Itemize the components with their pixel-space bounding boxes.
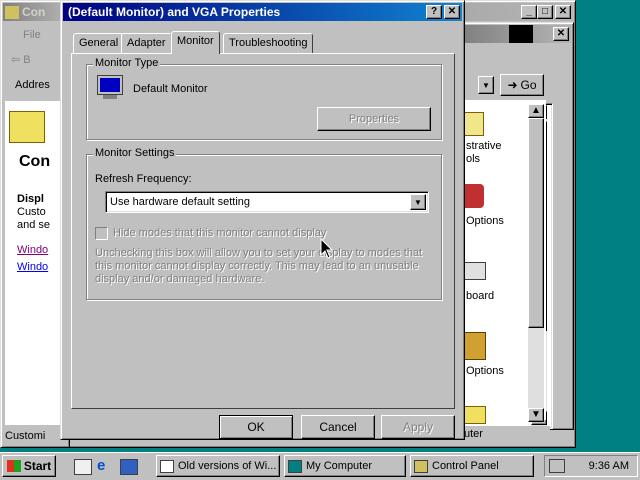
ok-button[interactable]: OK: [219, 415, 293, 439]
explorer-close-button[interactable]: ✕: [555, 5, 571, 19]
admin-tools-icon[interactable]: [462, 112, 484, 136]
refresh-frequency-select[interactable]: Use hardware default setting ▼: [105, 191, 429, 213]
monitor-name: Default Monitor: [133, 83, 208, 95]
address-label: Addres: [15, 79, 50, 91]
windows-flag-icon: [6, 460, 21, 472]
explorer-icon-label: strative ols: [466, 140, 502, 165]
tab-general[interactable]: General: [73, 33, 125, 53]
explorer-maximize-button[interactable]: □: [537, 5, 553, 19]
properties-button[interactable]: Properties: [317, 107, 431, 131]
scroll-thumb-2[interactable]: [528, 118, 544, 328]
tab-strip: General Adapter Monitor Troubleshooting: [71, 31, 451, 55]
apply-button[interactable]: Apply: [381, 415, 455, 439]
explorer-status-bar: uter: [460, 426, 550, 444]
tab-monitor[interactable]: Monitor: [171, 31, 220, 54]
ie-page-icon: [160, 459, 174, 473]
monitor-settings-group: Monitor Settings Refresh Frequency: Use …: [86, 147, 442, 300]
dropdown-arrow-icon[interactable]: ▼: [410, 194, 426, 210]
monitor-type-group: Monitor Type Default Monitor Properties: [86, 57, 442, 140]
cp-link-2[interactable]: Windo: [17, 261, 48, 273]
tab-page: Monitor Type Default Monitor Properties …: [71, 53, 455, 409]
control-panel-task-icon: [414, 459, 428, 473]
system-tray: 9:36 AM: [544, 455, 638, 477]
menu-file[interactable]: File: [23, 29, 41, 41]
explorer-address-dropdown[interactable]: ▼: [478, 76, 494, 94]
display-settings-tray-icon[interactable]: [549, 459, 565, 473]
properties-dialog: (Default Monitor) and VGA Properties ? ✕…: [60, 0, 465, 440]
mouse-cursor-icon: [320, 238, 334, 259]
scroll-down-button-2[interactable]: ▼: [528, 408, 544, 422]
windows-logo-icon: [509, 25, 533, 43]
cp-heading: Con: [19, 153, 51, 170]
explorer-icon-label: Options: [466, 365, 504, 377]
go-button[interactable]: ➜ Go: [500, 74, 544, 96]
network-options-icon[interactable]: [462, 332, 486, 360]
explorer-icon-label: board: [466, 290, 495, 302]
explorer-icon-label: Options: [466, 215, 504, 227]
partial-icon-bottom[interactable]: [462, 406, 486, 424]
cp-status-bar: Customi: [5, 430, 46, 442]
dialog-title-bar: (Default Monitor) and VGA Properties ? ✕: [63, 3, 462, 21]
control-panel-folder-icon: [9, 111, 45, 143]
warning-text: Unchecking this box will allow you to se…: [95, 247, 423, 285]
clock[interactable]: 9:36 AM: [589, 460, 629, 472]
help-button[interactable]: ?: [426, 5, 442, 19]
tab-adapter[interactable]: Adapter: [121, 33, 172, 53]
scroll-up-button-2[interactable]: ▲: [528, 104, 544, 118]
quick-launch-desktop-icon[interactable]: [74, 459, 92, 475]
my-computer-icon: [288, 459, 302, 473]
cancel-button[interactable]: Cancel: [301, 415, 375, 439]
keyboard-icon[interactable]: [462, 262, 486, 280]
monitor-icon: [97, 75, 123, 105]
hide-modes-label: Hide modes that this monitor cannot disp…: [113, 227, 327, 239]
task-old-versions[interactable]: Old versions of Wi...: [156, 455, 280, 477]
monitor-type-label: Monitor Type: [93, 57, 161, 69]
go-arrow-icon: ➜: [507, 78, 518, 92]
cp-link-1[interactable]: Windo: [17, 244, 48, 256]
start-button[interactable]: Start: [2, 455, 56, 477]
cp-desc: Displ Custo and se: [17, 193, 51, 231]
dialog-close-button[interactable]: ✕: [444, 5, 460, 19]
task-control-panel[interactable]: Control Panel: [410, 455, 534, 477]
back-button[interactable]: ⇦ B: [11, 53, 31, 66]
quick-launch-channels-icon[interactable]: [120, 459, 138, 475]
monitor-settings-label: Monitor Settings: [93, 147, 177, 159]
refresh-frequency-label: Refresh Frequency:: [95, 173, 192, 185]
dialog-title: (Default Monitor) and VGA Properties: [68, 5, 281, 19]
control-panel-icon: [5, 5, 19, 19]
tab-troubleshooting[interactable]: Troubleshooting: [223, 33, 314, 53]
internet-options-icon[interactable]: [462, 184, 484, 208]
explorer-minimize-button[interactable]: _: [521, 5, 537, 19]
explorer-scrollbar-vis[interactable]: ▲ ▼: [528, 104, 544, 422]
back2-close-button[interactable]: ✕: [553, 27, 569, 41]
quick-launch-ie-icon[interactable]: e: [97, 458, 113, 474]
task-my-computer[interactable]: My Computer: [284, 455, 406, 477]
hide-modes-checkbox[interactable]: [95, 227, 108, 240]
refresh-frequency-value: Use hardware default setting: [110, 196, 251, 208]
